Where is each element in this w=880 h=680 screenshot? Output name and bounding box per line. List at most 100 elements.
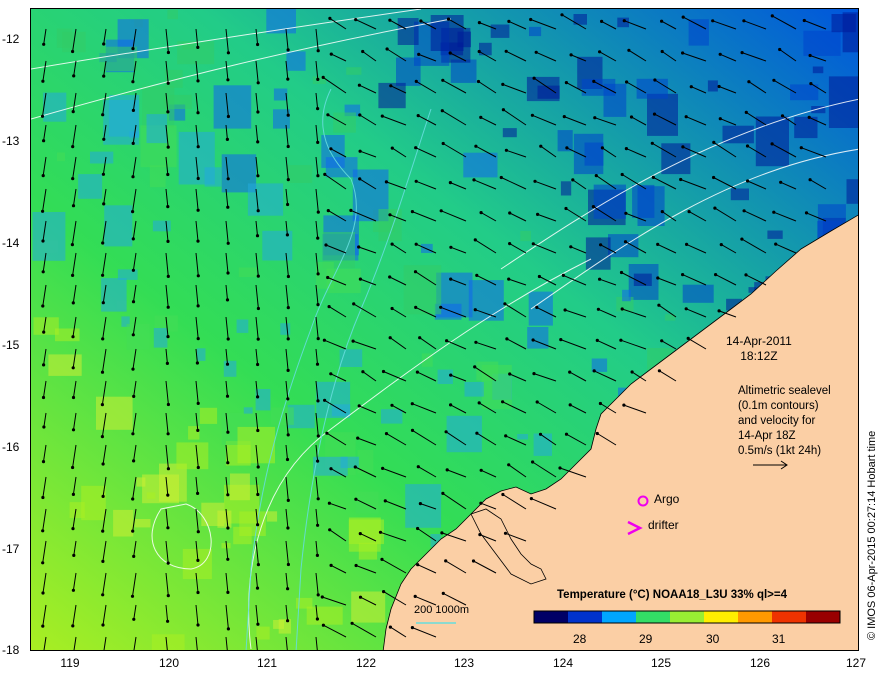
velocity-arrow-head (256, 428, 260, 433)
lon-tick: 127 (845, 656, 867, 670)
velocity-arrow-head (532, 372, 536, 376)
velocity-arrow-head (388, 275, 392, 279)
velocity-arrow-head (358, 113, 362, 117)
velocity-arrow-head (326, 275, 330, 280)
info-line: 0.5m/s (1kt 24h) (738, 445, 822, 457)
sst-patch (468, 280, 504, 321)
velocity-arrow-head (358, 177, 362, 181)
velocity-arrow-head (286, 48, 290, 52)
velocity-arrow-head (479, 211, 483, 215)
time-label: 18:12Z (740, 349, 778, 363)
map-panel[interactable] (30, 8, 859, 651)
velocity-arrow-head (166, 619, 170, 623)
velocity-arrow-head (508, 211, 512, 215)
sst-patch (812, 66, 824, 74)
velocity-arrow-head (329, 372, 333, 376)
velocity-arrow-head (719, 243, 723, 247)
lat-tick: -12 (2, 32, 20, 46)
velocity-arrow-head (685, 242, 689, 246)
velocity-arrow-head (166, 305, 170, 309)
velocity-arrow-head (196, 623, 200, 627)
velocity-arrow-head (131, 367, 135, 371)
sst-patch (163, 94, 192, 109)
velocity-arrow-head (196, 558, 200, 563)
velocity-arrow-head (476, 79, 481, 84)
sst-patch (351, 591, 386, 623)
sst-patch (230, 473, 250, 501)
lat-tick: -14 (2, 236, 20, 250)
velocity-arrow-head (539, 144, 543, 148)
velocity-arrow-head (390, 403, 394, 407)
velocity-arrow-head (414, 242, 418, 246)
velocity-arrow-head (101, 559, 105, 564)
velocity-arrow-head (196, 465, 200, 470)
velocity-arrow-head (196, 401, 200, 405)
drifter-label: drifter (648, 518, 679, 532)
velocity-arrow-head (501, 82, 505, 86)
velocity-arrow-head (535, 305, 539, 309)
velocity-arrow-head (799, 146, 803, 150)
sst-patch (100, 46, 138, 71)
velocity-arrow-head (101, 172, 105, 176)
velocity-arrow-head (166, 239, 170, 243)
velocity-arrow-head (475, 431, 479, 435)
sst-patch (831, 14, 856, 33)
velocity-arrow-head (592, 79, 596, 83)
velocity-arrow-head (316, 399, 320, 403)
velocity-arrow-head (256, 523, 260, 527)
sst-patch (273, 109, 290, 129)
velocity-arrow-head (559, 338, 563, 342)
lat-tick: -16 (2, 440, 20, 454)
velocity-arrow-head (440, 109, 444, 113)
velocity-arrow-head (808, 178, 812, 182)
velocity-arrow-head (594, 174, 598, 178)
velocity-arrow-head (529, 497, 533, 501)
velocity-arrow-head (383, 499, 387, 503)
velocity-arrow-head (414, 179, 418, 183)
velocity-arrow-head (357, 245, 361, 249)
velocity-arrow-head (802, 18, 806, 23)
velocity-arrow-head (101, 301, 105, 305)
velocity-arrow-head (196, 79, 200, 83)
velocity-arrow-head (101, 623, 105, 627)
sst-patch (149, 165, 166, 188)
sst-patch (481, 364, 512, 410)
velocity-arrow-head (316, 210, 320, 214)
velocity-arrow-head (681, 15, 685, 19)
velocity-arrow-head (742, 209, 746, 213)
velocity-arrow-head (474, 144, 478, 148)
velocity-arrow-head (41, 174, 45, 178)
velocity-arrow-head (501, 400, 505, 404)
velocity-arrow-head (478, 533, 482, 537)
velocity-arrow-head (285, 457, 290, 462)
velocity-arrow-head (71, 527, 75, 531)
velocity-arrow-head (804, 211, 809, 215)
velocity-arrow-head (532, 76, 536, 80)
velocity-arrow-head (321, 623, 325, 627)
velocity-arrow-head (378, 530, 383, 534)
sst-patch (622, 289, 631, 302)
isobath-scale-label: 200 1000m (414, 604, 470, 616)
velocity-arrow-head (742, 19, 746, 23)
velocity-arrow-head (623, 240, 628, 244)
velocity-arrow-head (388, 336, 392, 340)
velocity-arrow-head (564, 432, 569, 436)
velocity-arrow-head (444, 430, 448, 434)
velocity-arrow-head (42, 330, 46, 334)
velocity-arrow-head (449, 245, 453, 249)
velocity-arrow-head (713, 206, 717, 210)
lon-tick: 120 (158, 656, 180, 670)
velocity-arrow-head (413, 594, 417, 599)
velocity-arrow-head (256, 81, 260, 85)
velocity-arrow-head (358, 277, 362, 281)
velocity-arrow-head (410, 428, 415, 432)
velocity-arrow-head (475, 273, 479, 277)
velocity-arrow-head (166, 493, 170, 497)
sst-patch (90, 151, 114, 164)
velocity-arrow-head (381, 369, 386, 374)
colorbar-tick-label: 29 (639, 632, 653, 646)
velocity-arrow-head (316, 303, 320, 307)
colorbar-tick-label: 30 (706, 632, 720, 646)
velocity-arrow-head (619, 338, 623, 342)
velocity-arrow-head (410, 210, 414, 214)
